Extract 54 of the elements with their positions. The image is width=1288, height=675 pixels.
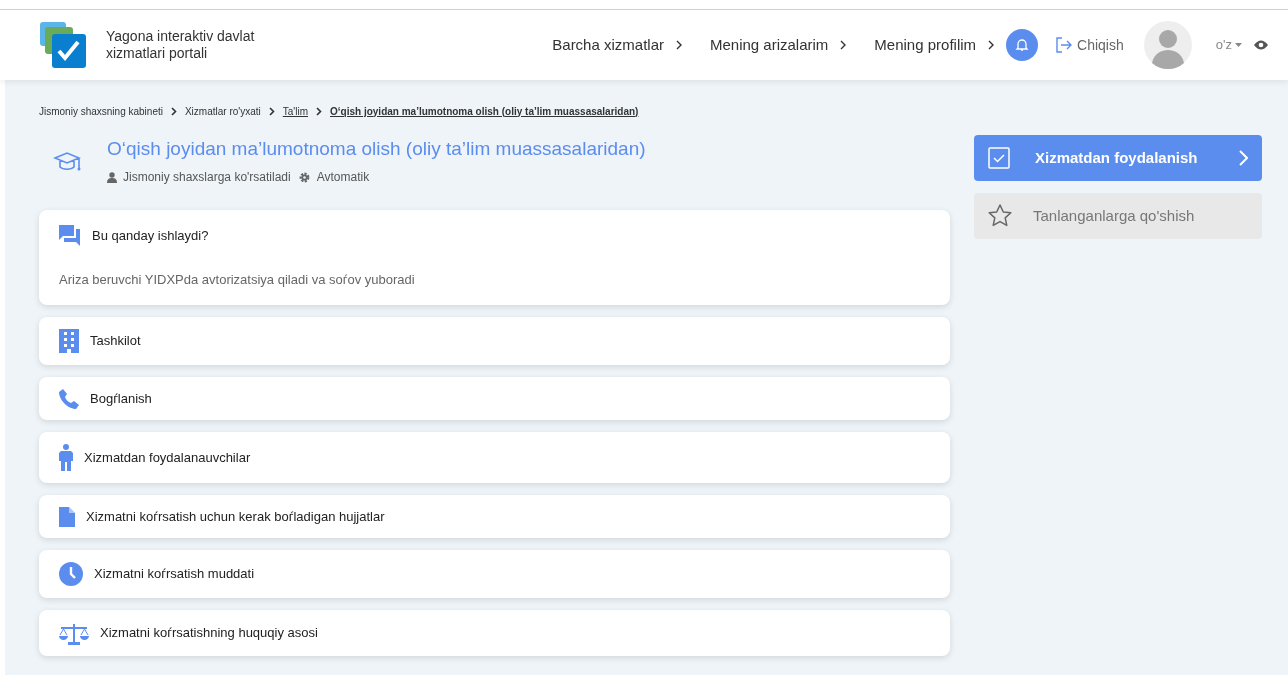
building-icon [59,329,79,353]
avatar[interactable] [1143,21,1192,69]
scales-icon [59,621,89,645]
breadcrumb-item[interactable]: Xizmatlar ro'yxati [184,103,261,119]
chevron-right-icon [170,106,177,116]
section-card[interactable]: Xizmatdan foydalanauvchilar [39,432,950,483]
person-icon [59,444,73,471]
nav-link[interactable]: Mening profilim [874,33,995,57]
caret-icon [1235,43,1242,47]
add-to-favorites-button[interactable]: Tanlanganlarga qo'shish [974,193,1262,239]
section-title: Xizmatni koѓrsatish muddati [94,565,255,584]
section-card[interactable]: Bu qanday ishlaydi? Ariza beruvchi YIDXPda avtorizatsiya qiladi va soѓov yuboradi [39,210,950,305]
section-text: Ariza beruvchi YIDXPda avtorizatsiya qiladi va soѓov yuboradi [59,271,416,290]
breadcrumb-link[interactable]: Ta'lim [282,103,309,119]
chat-icon [59,225,81,247]
gear-icon [298,171,310,183]
logo-icon [40,22,86,68]
notification-button[interactable] [1006,29,1039,61]
section-title: Bu qanday ishlaydi? [92,227,209,245]
breadcrumb-item[interactable]: Jismoniy shaxsning kabineti [39,103,163,119]
section-title: Xizmatdan foydalanauvchilar [84,448,251,467]
section-card[interactable]: Xizmatni koѓrsatish uchun kerak boѓladigan hujjatlar [39,495,950,538]
section-title: Xizmatni koѓrsatishning huquqiy asosi [100,624,318,643]
star-icon [987,203,1013,229]
nav-link[interactable]: Mening arizalarim [710,33,847,57]
chevron-right-icon [676,40,682,50]
audience-text: Jismoniy shaxslarga ko'rsatiladi [123,169,291,186]
mode-text: Avtomatik [316,169,370,186]
chevron-right-icon [268,106,275,116]
chevron-right-icon [1239,150,1248,166]
language-dropdown[interactable]: o'z [1215,35,1242,55]
logout-icon [1056,37,1073,53]
section-title: Xizmatni koѓrsatish uchun kerak boѓladigan hujjatlar [86,507,385,526]
section-title: Bogѓlanish [90,389,152,408]
portal-name: Yagona interaktiv davlat xizmatlari portali [106,28,256,62]
section-card[interactable]: Xizmatni koѓrsatishning huquqiy asosi [39,610,950,656]
chevron-right-icon [840,40,847,50]
checkbox-icon [988,147,1010,169]
user-icon [107,171,117,183]
document-icon [59,506,75,527]
breadcrumb-link[interactable]: O‘qish joyidan ma’lumotnoma olish (oliy ta’lim muassasalaridan) [330,103,639,119]
section-title: Tashkilot [90,332,141,351]
chevron-right-icon [988,40,995,50]
logout-link[interactable]: Chiqish [1056,34,1124,56]
phone-icon [59,388,79,409]
nav-link[interactable]: Barcha xizmatlar [552,33,682,57]
clock-icon [59,562,83,586]
eye-icon[interactable] [1254,40,1268,50]
bell-icon [1015,38,1030,52]
chevron-right-icon [316,106,323,116]
section-card[interactable]: Tashkilot [39,317,950,365]
section-card[interactable]: Xizmatni koѓrsatish muddati [39,550,950,598]
service-title: O‘qish joyidan ma’lumotnoma olish (oliy ta’lim muassasalaridan) [107,137,646,161]
section-card[interactable]: Bogѓlanish [39,377,950,420]
